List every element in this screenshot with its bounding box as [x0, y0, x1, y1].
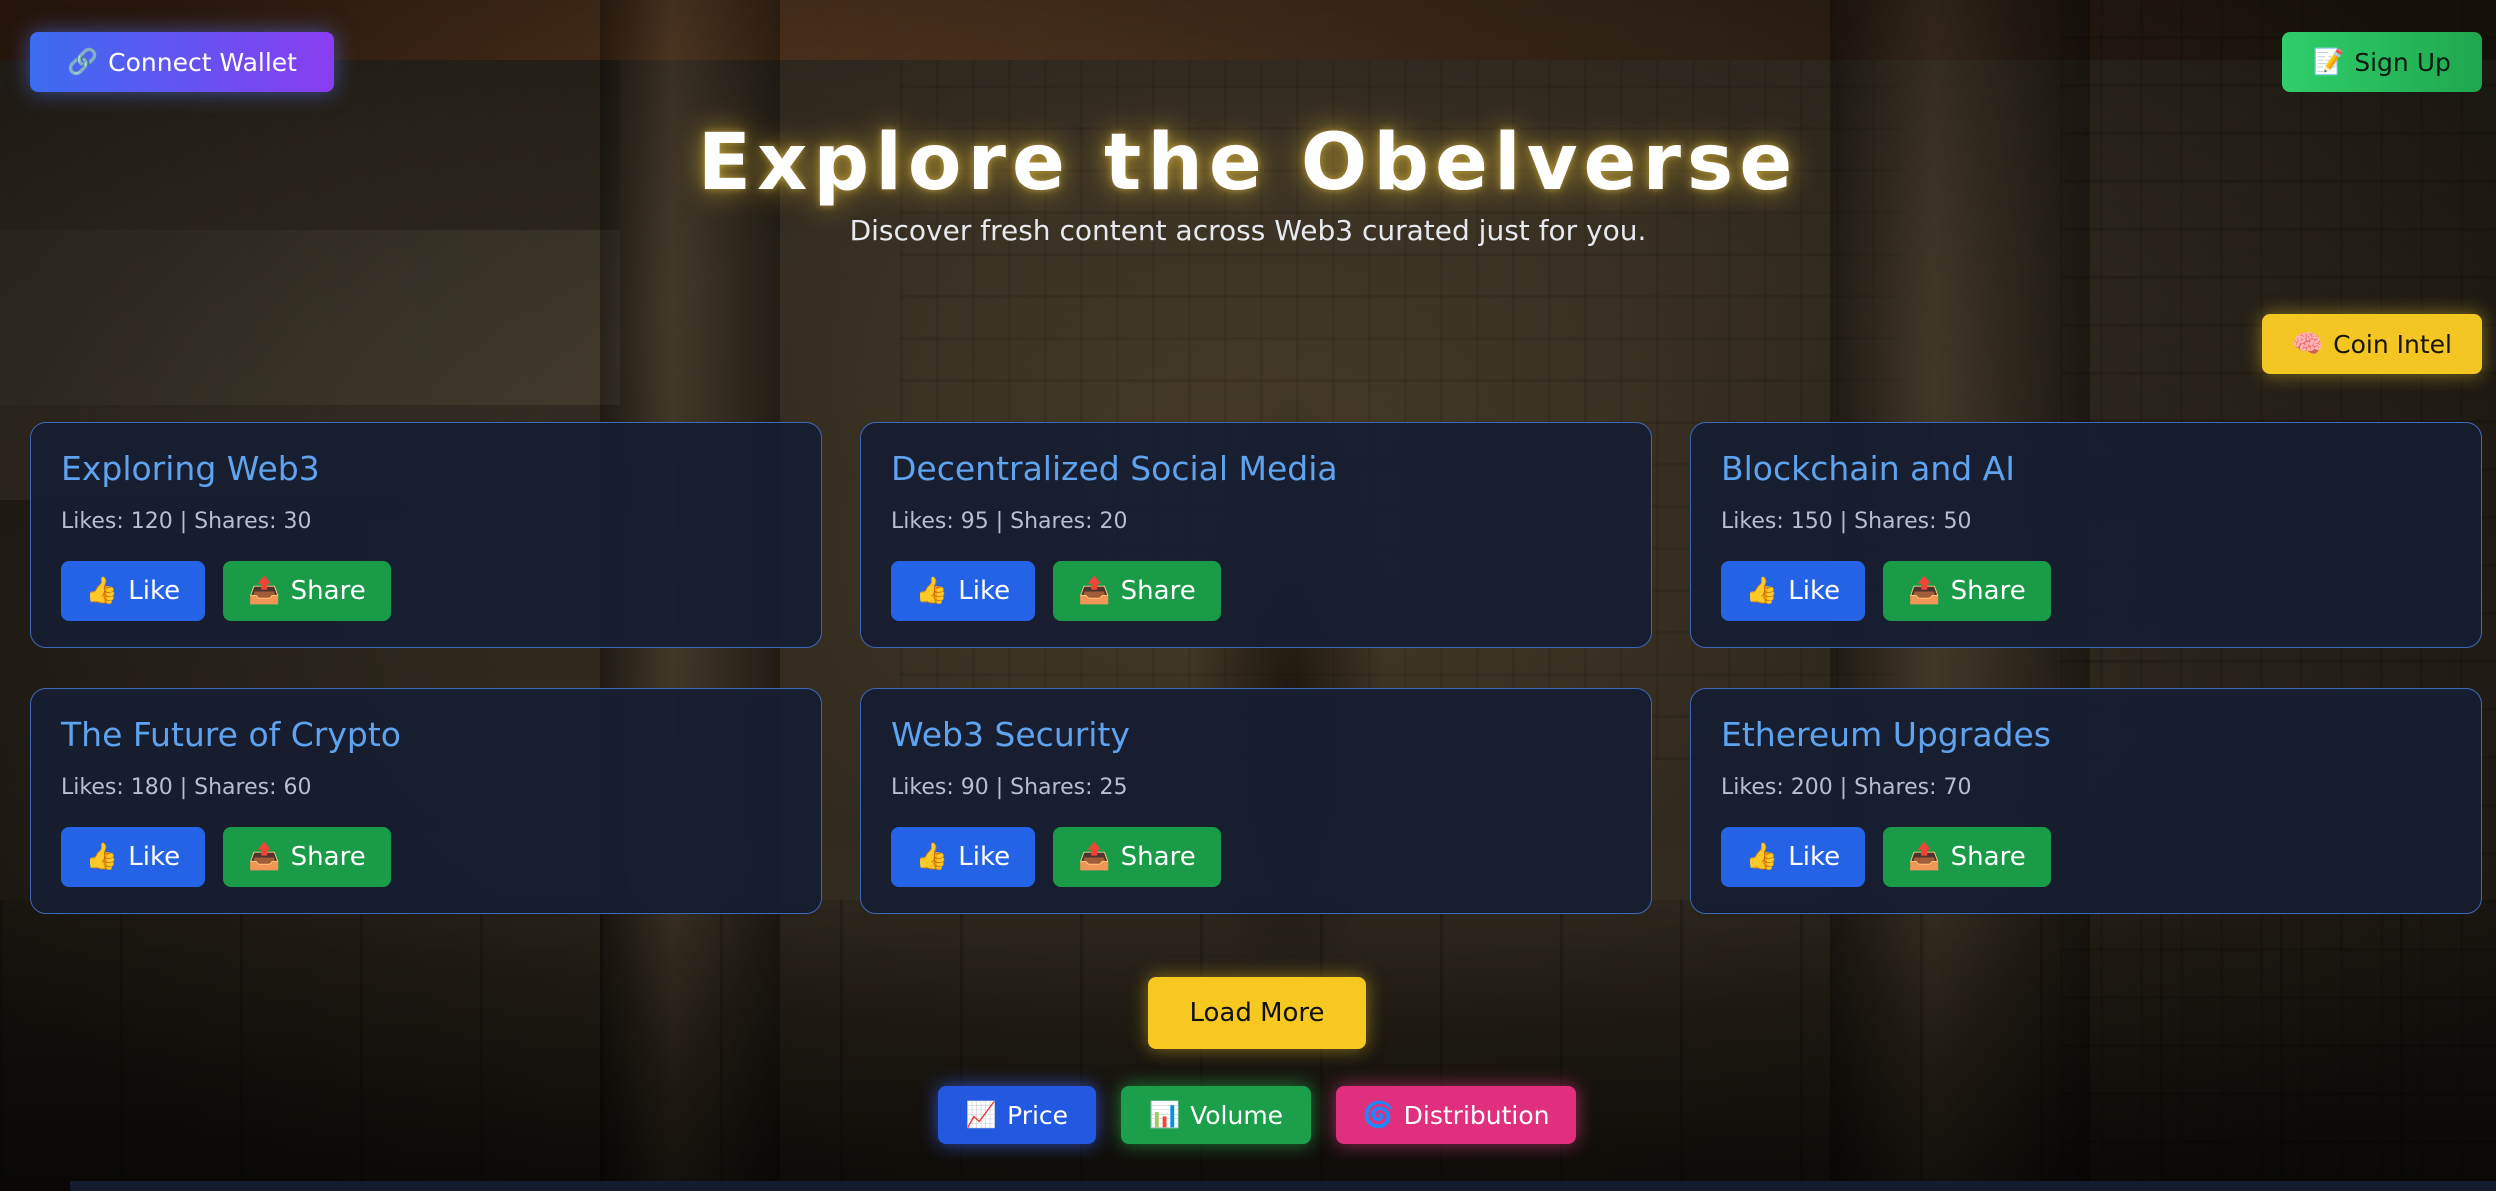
chart-up-icon: 📈 [965, 1100, 998, 1129]
like-label: Like [1788, 842, 1841, 872]
like-button[interactable]: 👍 Like [61, 827, 205, 887]
volume-tab-button[interactable]: 📊 Volume [1121, 1086, 1311, 1144]
like-label: Like [128, 842, 181, 872]
content-card: The Future of Crypto Likes: 180 | Shares… [30, 688, 822, 914]
content-card: Exploring Web3 Likes: 120 | Shares: 30 👍… [30, 422, 822, 648]
share-label: Share [1950, 842, 2026, 872]
thumbs-up-icon: 👍 [915, 576, 949, 606]
sign-up-button[interactable]: 📝 Sign Up [2282, 32, 2482, 92]
volume-label: Volume [1190, 1100, 1284, 1130]
share-label: Share [290, 576, 366, 606]
share-label: Share [290, 842, 366, 872]
like-label: Like [958, 842, 1011, 872]
share-button[interactable]: 📤 Share [223, 827, 391, 887]
share-button[interactable]: 📤 Share [223, 561, 391, 621]
share-button[interactable]: 📤 Share [1883, 827, 2051, 887]
thumbs-up-icon: 👍 [915, 842, 949, 872]
like-label: Like [128, 576, 181, 606]
outbox-icon: 📤 [1078, 576, 1111, 606]
thumbs-up-icon: 👍 [85, 576, 119, 606]
load-more-button[interactable]: Load More [1148, 977, 1366, 1049]
content-card: Blockchain and AI Likes: 150 | Shares: 5… [1690, 422, 2482, 648]
page-title: Explore the Obelverse [697, 118, 1799, 208]
thumbs-up-icon: 👍 [85, 842, 119, 872]
card-stats: Likes: 150 | Shares: 50 [1721, 509, 1972, 534]
thumbs-up-icon: 👍 [1745, 842, 1779, 872]
card-stats: Likes: 120 | Shares: 30 [61, 509, 312, 534]
card-stats: Likes: 180 | Shares: 60 [61, 775, 312, 800]
card-title: The Future of Crypto [61, 715, 401, 754]
coin-intel-label: Coin Intel [2333, 329, 2452, 359]
content-card: Ethereum Upgrades Likes: 200 | Shares: 7… [1690, 688, 2482, 914]
card-title: Web3 Security [891, 715, 1130, 754]
outbox-icon: 📤 [1908, 842, 1941, 872]
page-subtitle: Discover fresh content across Web3 curat… [849, 214, 1647, 247]
sign-up-label: Sign Up [2354, 47, 2451, 77]
share-button[interactable]: 📤 Share [1053, 561, 1221, 621]
content-card: Web3 Security Likes: 90 | Shares: 25 👍 Li… [860, 688, 1652, 914]
share-label: Share [1950, 576, 2026, 606]
card-stats: Likes: 200 | Shares: 70 [1721, 775, 1972, 800]
outbox-icon: 📤 [248, 842, 281, 872]
outbox-icon: 📤 [248, 576, 281, 606]
share-button[interactable]: 📤 Share [1883, 561, 2051, 621]
like-button[interactable]: 👍 Like [1721, 561, 1865, 621]
content-card: Decentralized Social Media Likes: 95 | S… [860, 422, 1652, 648]
outbox-icon: 📤 [1078, 842, 1111, 872]
like-button[interactable]: 👍 Like [891, 561, 1035, 621]
bottom-panel-edge [70, 1181, 2496, 1191]
coin-intel-button[interactable]: 🧠 Coin Intel [2262, 314, 2482, 374]
card-stats: Likes: 90 | Shares: 25 [891, 775, 1128, 800]
like-button[interactable]: 👍 Like [61, 561, 205, 621]
like-label: Like [1788, 576, 1841, 606]
card-title: Decentralized Social Media [891, 449, 1338, 488]
price-tab-button[interactable]: 📈 Price [938, 1086, 1096, 1144]
like-button[interactable]: 👍 Like [891, 827, 1035, 887]
like-label: Like [958, 576, 1011, 606]
card-title: Blockchain and AI [1721, 449, 2015, 488]
connect-wallet-button[interactable]: 🔗 Connect Wallet [30, 32, 334, 92]
thumbs-up-icon: 👍 [1745, 576, 1779, 606]
card-title: Exploring Web3 [61, 449, 320, 488]
like-button[interactable]: 👍 Like [1721, 827, 1865, 887]
outbox-icon: 📤 [1908, 576, 1941, 606]
brain-icon: 🧠 [2292, 329, 2324, 358]
cyclone-icon: 🌀 [1362, 1100, 1394, 1129]
share-label: Share [1120, 842, 1196, 872]
bar-chart-icon: 📊 [1148, 1100, 1181, 1129]
price-label: Price [1007, 1100, 1069, 1130]
share-button[interactable]: 📤 Share [1053, 827, 1221, 887]
card-stats: Likes: 95 | Shares: 20 [891, 509, 1128, 534]
distribution-label: Distribution [1403, 1100, 1550, 1130]
distribution-tab-button[interactable]: 🌀 Distribution [1336, 1086, 1576, 1144]
card-title: Ethereum Upgrades [1721, 715, 2051, 754]
link-icon: 🔗 [67, 47, 99, 76]
share-label: Share [1120, 576, 1196, 606]
memo-icon: 📝 [2313, 47, 2345, 76]
connect-wallet-label: Connect Wallet [108, 47, 297, 77]
